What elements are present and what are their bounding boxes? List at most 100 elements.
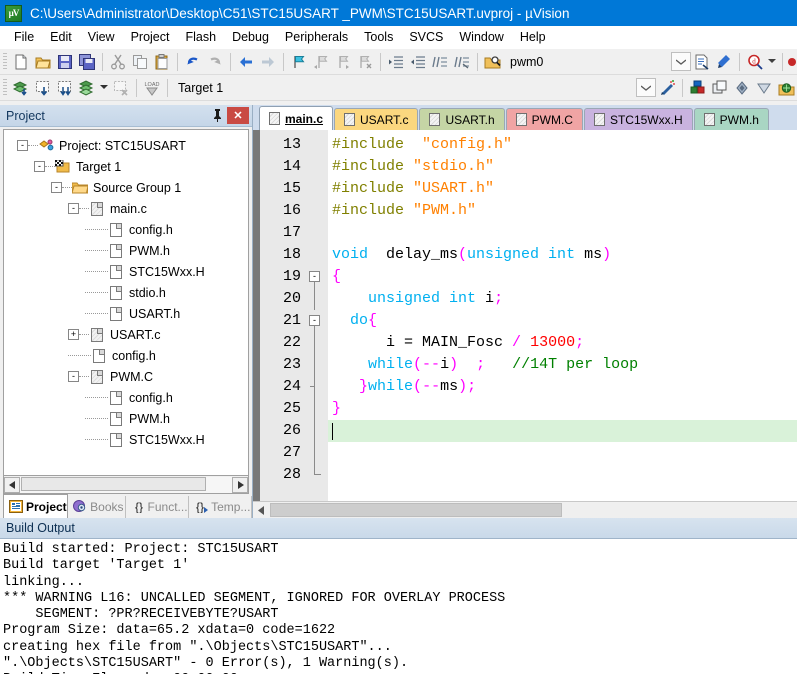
multi-project-window-icon[interactable]: [709, 77, 731, 99]
code-line[interactable]: [328, 442, 797, 464]
code-line[interactable]: while(--i) ; //14T per loop: [328, 354, 797, 376]
outdent-button[interactable]: [407, 51, 429, 73]
editor-hscrollbar[interactable]: [253, 501, 797, 518]
tree-item-pwm-c[interactable]: - PWM.C: [8, 366, 248, 387]
menu-item-svcs[interactable]: SVCS: [401, 28, 451, 46]
download-button[interactable]: LOAD: [141, 77, 163, 99]
navigate-back-button[interactable]: [235, 51, 257, 73]
menu-item-tools[interactable]: Tools: [356, 28, 401, 46]
menu-item-debug[interactable]: Debug: [224, 28, 277, 46]
find-in-files-icon[interactable]: [482, 51, 504, 73]
close-icon[interactable]: ✕: [227, 107, 249, 124]
editor-tab-pwm-h[interactable]: PWM.h: [693, 108, 769, 130]
bookmark-toggle-button[interactable]: [288, 51, 310, 73]
menu-item-edit[interactable]: Edit: [42, 28, 80, 46]
code-line[interactable]: do{: [328, 310, 797, 332]
translate-button[interactable]: [10, 77, 32, 99]
editor-tab-stc15wxx-h[interactable]: STC15Wxx.H: [583, 108, 693, 130]
cut-button[interactable]: [107, 51, 129, 73]
find-combo-value[interactable]: pwm0: [510, 55, 543, 69]
tree-collapse-toggle[interactable]: -: [68, 371, 79, 382]
debug-settings-icon[interactable]: [753, 77, 775, 99]
project-tree-hscrollbar[interactable]: [3, 476, 249, 494]
menu-item-file[interactable]: File: [6, 28, 42, 46]
batch-build-button[interactable]: [76, 77, 98, 99]
bookmark-prev-button[interactable]: [310, 51, 332, 73]
paste-button[interactable]: [151, 51, 173, 73]
fold-marker[interactable]: -: [306, 266, 328, 288]
tree-item-usart-c[interactable]: + USART.c: [8, 324, 248, 345]
tree-item-pwm-h[interactable]: PWM.h: [8, 408, 248, 429]
tree-item-source-group-1[interactable]: - Source Group 1: [8, 177, 248, 198]
build-button[interactable]: [32, 77, 54, 99]
manage-project-items-icon[interactable]: [775, 77, 797, 99]
code-folding-margin[interactable]: --: [306, 130, 328, 501]
tree-item-stc15wxx-h[interactable]: STC15Wxx.H: [8, 429, 248, 450]
insert-file-icon[interactable]: [691, 51, 713, 73]
hscroll-thumb[interactable]: [21, 476, 206, 491]
tree-item-config-h[interactable]: config.h: [8, 387, 248, 408]
bookmark-clear-button[interactable]: [354, 51, 376, 73]
code-line[interactable]: {: [328, 266, 797, 288]
configure-tools-icon[interactable]: [713, 51, 735, 73]
code-text[interactable]: #include "config.h" #include "stdio.h" #in…: [328, 130, 797, 501]
editor-tab-pwm-c[interactable]: PWM.C: [505, 108, 583, 130]
menu-item-help[interactable]: Help: [512, 28, 554, 46]
fold-marker[interactable]: -: [306, 310, 328, 332]
scroll-left-arrow-icon[interactable]: [4, 476, 20, 493]
code-line[interactable]: [328, 420, 797, 442]
open-file-button[interactable]: [32, 51, 54, 73]
tree-item-stc15wxx-h[interactable]: STC15Wxx.H: [8, 261, 248, 282]
save-all-button[interactable]: [76, 51, 98, 73]
tree-item-config-h[interactable]: config.h: [8, 219, 248, 240]
menu-item-window[interactable]: Window: [451, 28, 511, 46]
code-line[interactable]: #include "stdio.h": [328, 156, 797, 178]
menu-item-peripherals[interactable]: Peripherals: [277, 28, 356, 46]
overflow-button[interactable]: [787, 51, 797, 73]
pin-icon[interactable]: [207, 107, 227, 124]
manage-components-icon[interactable]: [687, 77, 709, 99]
tree-collapse-toggle[interactable]: -: [68, 203, 79, 214]
undo-button[interactable]: [182, 51, 204, 73]
project-tree[interactable]: - Project: STC15USART - Target 1 - Source Gro…: [3, 129, 249, 476]
options-for-target-icon[interactable]: [656, 77, 678, 99]
editor-tab-main-c[interactable]: main.c: [259, 106, 334, 130]
code-line[interactable]: [328, 222, 797, 244]
tree-item-stdio-h[interactable]: stdio.h: [8, 282, 248, 303]
tree-collapse-toggle[interactable]: -: [51, 182, 62, 193]
redo-button[interactable]: [204, 51, 226, 73]
rebuild-button[interactable]: [54, 77, 76, 99]
menu-item-project[interactable]: Project: [123, 28, 178, 46]
code-line[interactable]: #include "config.h": [328, 134, 797, 156]
editor-tab-usart-h[interactable]: USART.h: [419, 108, 505, 130]
tree-item-usart-h[interactable]: USART.h: [8, 303, 248, 324]
code-line[interactable]: #include "PWM.h": [328, 200, 797, 222]
panel-tab-books[interactable]: Books: [68, 496, 126, 518]
copy-button[interactable]: [129, 51, 151, 73]
tree-item-project-stc15usart[interactable]: - Project: STC15USART: [8, 135, 248, 156]
code-line[interactable]: }: [328, 398, 797, 420]
navigate-forward-button[interactable]: [257, 51, 279, 73]
tree-item-config-h[interactable]: config.h: [8, 345, 248, 366]
code-line[interactable]: #include "USART.h": [328, 178, 797, 200]
menu-item-view[interactable]: View: [80, 28, 123, 46]
bookmark-next-button[interactable]: [332, 51, 354, 73]
uncomment-button[interactable]: [451, 51, 473, 73]
code-line[interactable]: void delay_ms(unsigned int ms): [328, 244, 797, 266]
tree-item-pwm-h[interactable]: PWM.h: [8, 240, 248, 261]
tree-expand-toggle[interactable]: +: [68, 329, 79, 340]
scroll-right-arrow-icon[interactable]: [232, 476, 248, 493]
toolbar-grip[interactable]: [3, 78, 7, 97]
search-magnifier-icon[interactable]: d: [744, 51, 766, 73]
menu-item-flash[interactable]: Flash: [177, 28, 224, 46]
panel-tab-funct[interactable]: {} Funct...: [126, 496, 190, 518]
code-line[interactable]: [328, 464, 797, 486]
save-button[interactable]: [54, 51, 76, 73]
find-combo-arrow[interactable]: [671, 52, 691, 71]
scroll-left-arrow-icon[interactable]: [253, 503, 270, 518]
comment-button[interactable]: [429, 51, 451, 73]
stop-build-button[interactable]: [110, 77, 132, 99]
editor-hscroll-track[interactable]: [270, 502, 797, 518]
new-file-button[interactable]: [10, 51, 32, 73]
editor-tab-usart-c[interactable]: USART.c: [334, 108, 419, 130]
